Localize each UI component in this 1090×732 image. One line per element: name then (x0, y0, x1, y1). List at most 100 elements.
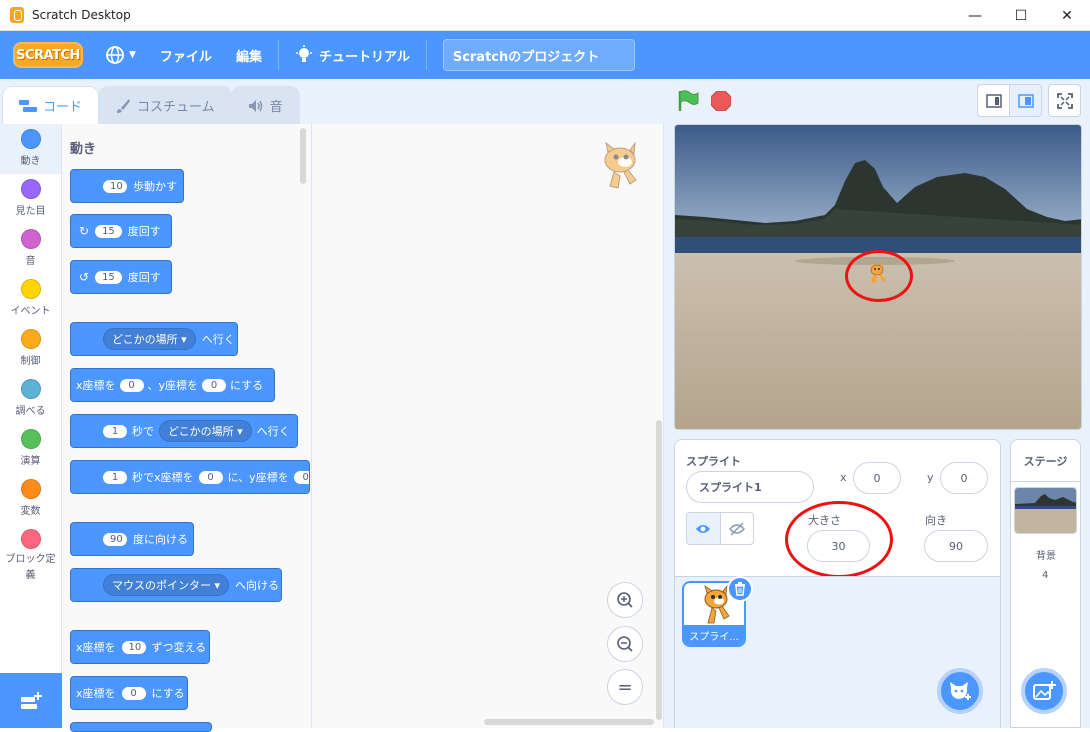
category-sensing[interactable]: 調べる (0, 374, 61, 424)
script-vertical-scrollbar[interactable] (656, 420, 662, 720)
go-to-y-input[interactable]: 0 (202, 378, 227, 392)
tutorials-label: チュートリアル (318, 49, 410, 65)
category-events[interactable]: イベント (0, 274, 61, 324)
go-to-dropdown[interactable]: どこかの場所 ▾ (103, 328, 196, 350)
small-stage-button[interactable] (977, 84, 1010, 117)
project-title-input[interactable]: Scratchのプロジェクト (442, 39, 635, 71)
script-horizontal-scrollbar[interactable] (484, 719, 654, 725)
tab-costumes[interactable]: コスチューム (98, 86, 232, 124)
edit-menu[interactable]: 編集 (224, 31, 274, 79)
category-my-blocks-label: ブロック定義 (5, 554, 56, 581)
glide-secs-input[interactable]: 1 (103, 424, 127, 438)
menu-divider (277, 40, 279, 70)
delete-sprite-button[interactable] (727, 576, 753, 602)
category-motion[interactable]: 動き (0, 124, 61, 174)
tutorials-menu[interactable]: チュートリアル (283, 31, 422, 79)
sprite-tile-name: スプライ... (684, 625, 744, 645)
glide-dropdown[interactable]: どこかの場所 ▾ (159, 420, 252, 442)
backdrops-count: 4 (1042, 570, 1049, 581)
visibility-toggle (686, 512, 754, 545)
normal-stage-button[interactable] (1009, 84, 1042, 117)
tab-code[interactable]: コード (2, 86, 100, 124)
block-go-to[interactable]: どこかの場所 ▾ へ行く (70, 322, 238, 356)
add-extension-button[interactable] (0, 673, 62, 728)
category-variables-dot (20, 479, 41, 499)
block-partial[interactable] (70, 722, 212, 732)
direction-input[interactable]: 90 (103, 532, 127, 546)
turn-left-input[interactable]: 15 (95, 270, 122, 284)
sprite-name-input[interactable]: スプライト1 (686, 471, 814, 503)
add-sprite-button[interactable] (937, 668, 983, 714)
zoom-in-button[interactable] (607, 582, 643, 618)
category-my-blocks[interactable]: ブロック定義 (0, 524, 61, 594)
category-events-dot (20, 279, 41, 299)
category-variables[interactable]: 変数 (0, 474, 61, 524)
menu-bar: SCRATCH ▼ ファイル 編集 チュートリアル Scratchのプロジェクト (0, 31, 1090, 79)
block-turn-right[interactable]: ↻ 15 度回す (70, 214, 172, 248)
add-extension-icon (21, 691, 42, 709)
category-control-dot (20, 329, 41, 349)
x-position-input[interactable]: 0 (853, 462, 901, 494)
y-position-input[interactable]: 0 (940, 462, 988, 494)
point-towards-text: へ向ける (235, 579, 280, 592)
block-go-to-xy[interactable]: x座標を 0 、y座標を 0 にする (70, 368, 275, 402)
block-point-towards[interactable]: マウスのポインター ▾ へ向ける (70, 568, 282, 602)
category-sound[interactable]: 音 (0, 224, 61, 274)
move-steps-input[interactable]: 10 (103, 179, 127, 193)
point-towards-dropdown[interactable]: マウスのポインター ▾ (103, 574, 230, 596)
block-move-steps[interactable]: 10 歩動かす (70, 169, 184, 203)
glide-xy-y-input[interactable]: 0 (293, 470, 309, 484)
category-sensing-label: 調べる (15, 406, 46, 417)
category-operators-dot (20, 429, 41, 449)
direction-field[interactable]: 90 (924, 530, 988, 562)
glide-xy-secs-input[interactable]: 1 (103, 470, 127, 484)
chevron-down-icon: ▼ (129, 50, 136, 60)
language-menu[interactable]: ▼ (93, 31, 148, 79)
palette-heading: 動き (70, 142, 97, 157)
category-looks[interactable]: 見た目 (0, 174, 61, 224)
glide-xy-pre: 秒でx座標を (132, 471, 194, 484)
glide-post: へ行く (256, 425, 290, 438)
glide-xy-x-input[interactable]: 0 (198, 470, 223, 484)
scratch-logo[interactable]: SCRATCH (13, 42, 83, 68)
maximize-button[interactable]: ☐ (998, 0, 1044, 31)
move-steps-text: 歩動かす (133, 180, 177, 193)
palette-scrollbar[interactable] (300, 128, 306, 184)
minimize-button[interactable]: — (952, 0, 998, 31)
go-to-x-input[interactable]: 0 (119, 378, 144, 392)
zoom-out-button[interactable] (607, 626, 643, 662)
beach-thumbnail-image (1015, 488, 1076, 533)
highlight-circle-sprite (845, 250, 913, 302)
block-turn-left[interactable]: ↺ 15 度回す (70, 260, 172, 294)
category-control[interactable]: 制御 (0, 324, 61, 374)
block-point-in-direction[interactable]: 90 度に向ける (70, 522, 194, 556)
zoom-reset-button[interactable]: = (607, 669, 643, 705)
file-menu[interactable]: ファイル (148, 31, 224, 79)
add-backdrop-button[interactable] (1021, 668, 1067, 714)
hide-button[interactable] (721, 513, 754, 544)
category-motion-dot (20, 129, 41, 149)
globe-icon (106, 46, 124, 64)
block-set-x[interactable]: x座標を 0 にする (70, 676, 188, 710)
tab-sounds[interactable]: 音 (230, 86, 300, 124)
backdrop-thumbnail[interactable] (1014, 487, 1077, 534)
code-icon (19, 99, 37, 112)
turn-right-input[interactable]: 15 (95, 224, 122, 238)
tab-sounds-label: 音 (269, 100, 283, 115)
menu-divider (425, 40, 427, 70)
stop-sign-icon[interactable] (711, 91, 731, 111)
change-x-input[interactable]: 10 (121, 640, 146, 654)
zoom-in-icon (617, 592, 633, 608)
stage-panel-title: ステージ (1011, 440, 1080, 482)
set-x-input[interactable]: 0 (121, 686, 146, 700)
show-button[interactable] (687, 513, 721, 544)
block-glide-to-xy[interactable]: 1 秒でx座標を 0 に、y座標を 0 (70, 460, 310, 494)
category-operators[interactable]: 演算 (0, 424, 61, 474)
category-operators-label: 演算 (20, 456, 41, 467)
fullscreen-button[interactable] (1048, 84, 1081, 117)
window-titlebar: Scratch Desktop — ☐ ✕ (0, 0, 1090, 31)
close-button[interactable]: ✕ (1044, 0, 1090, 31)
green-flag-icon[interactable] (676, 89, 700, 113)
block-glide-to[interactable]: 1 秒で どこかの場所 ▾ へ行く (70, 414, 298, 448)
block-change-x[interactable]: x座標を 10 ずつ変える (70, 630, 210, 664)
